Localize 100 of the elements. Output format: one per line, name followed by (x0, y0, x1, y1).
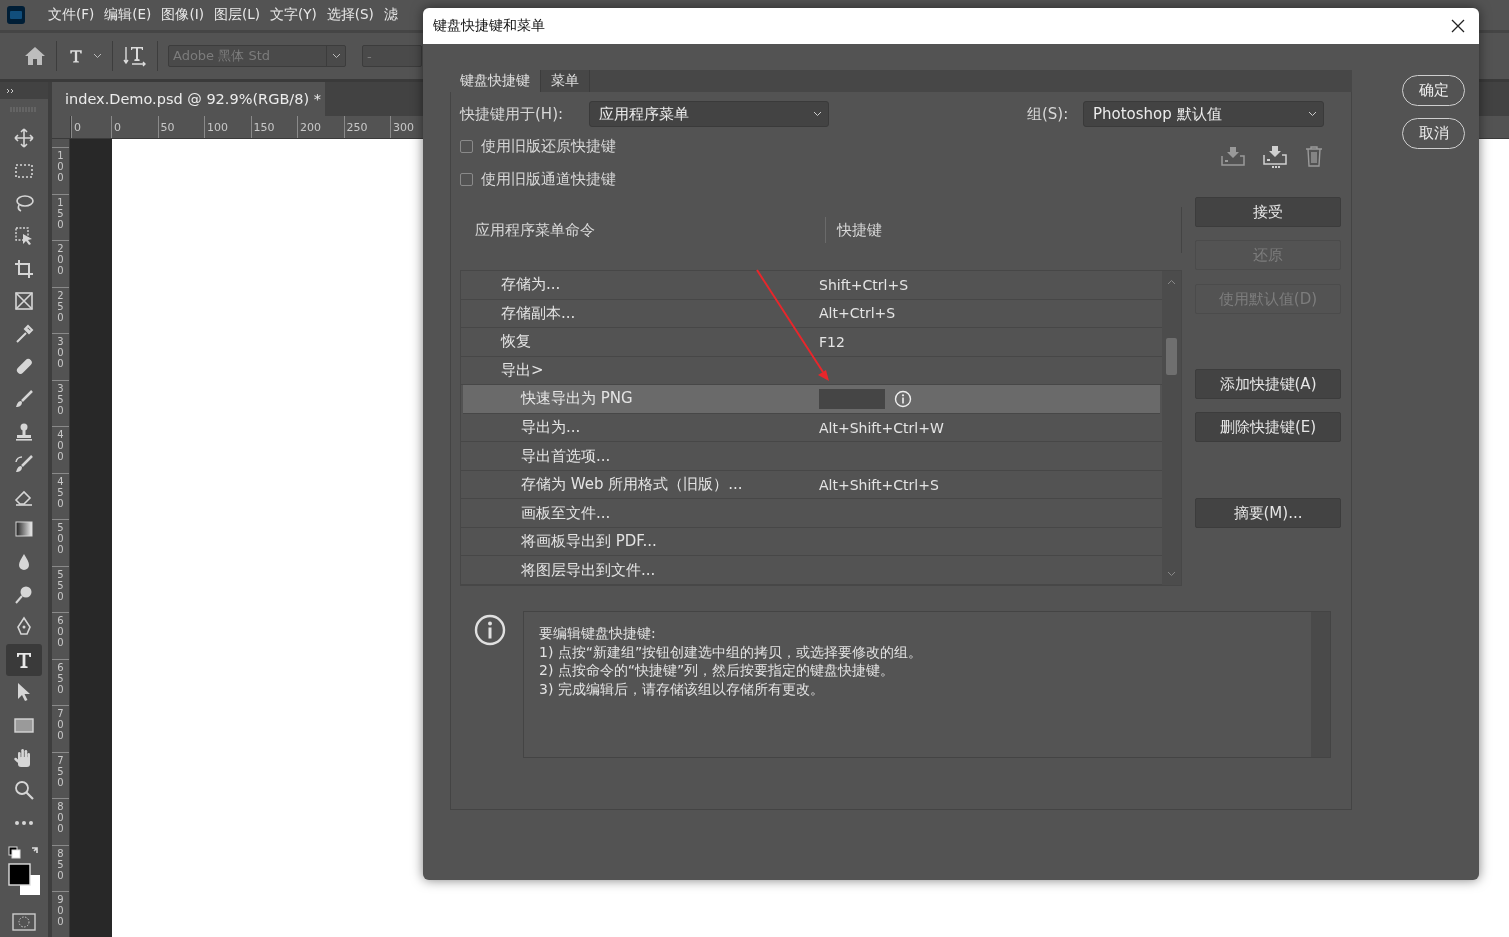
shortcut-cell: Alt+Shift+Ctrl+W (819, 419, 944, 436)
ruler-label: 450 (57, 475, 64, 511)
command-cell-text: 快速导出为 PNG (519, 389, 634, 409)
action-button[interactable]: 摘要(M)... (1195, 498, 1341, 528)
menu-item[interactable]: 文件(F) (43, 6, 100, 24)
command-cell-text: 存储为 Web 所用格式（旧版）... (520, 475, 744, 495)
scroll-down-icon[interactable] (1167, 571, 1176, 577)
ruler-label: 800 (57, 801, 64, 836)
table-row[interactable]: 将画板导出到 PDF... (461, 527, 1162, 557)
ruler-label: 150 (57, 196, 64, 232)
tab[interactable]: 键盘快捷键 (450, 70, 541, 92)
ruler-label: 500 (57, 522, 64, 557)
table-row[interactable]: 存储为... Shift+Ctrl+S (461, 271, 1162, 300)
table-row[interactable]: 存储为 Web 所用格式（旧版）... Alt+Shift+Ctrl+S (461, 470, 1162, 500)
ruler-label: 650 (57, 661, 64, 697)
shortcut-cell: Alt+Shift+Ctrl+S (819, 476, 939, 493)
command-cell-text: 恢复 (499, 332, 532, 352)
ruler-label: 350 (57, 382, 64, 418)
ruler-label: 100 (204, 116, 251, 138)
checkbox-label[interactable]: 使用旧版通道快捷键 (481, 169, 616, 189)
trash-icon[interactable] (1305, 145, 1323, 167)
checkbox-label[interactable]: 使用旧版还原快捷键 (481, 136, 616, 156)
crop-icon (13, 257, 35, 280)
shortcut-input-field[interactable] (819, 388, 885, 409)
command-cell-text: 导出为... (520, 418, 582, 437)
window-title: 键盘快捷键和菜单 (433, 17, 545, 35)
scroll-up-icon[interactable] (1167, 279, 1176, 285)
checkbox[interactable] (460, 172, 473, 186)
command-cell-text: 导出> (500, 360, 545, 380)
action-button[interactable]: 接受 (1195, 197, 1341, 227)
ruler-label: 150 (250, 116, 297, 138)
ruler-label: 250 (57, 289, 64, 325)
field-label: 组(S): (1027, 104, 1070, 124)
menu-item[interactable]: 选择(S) (321, 6, 379, 24)
more-icon (14, 819, 34, 826)
table-row[interactable]: 导出为... Alt+Shift+Ctrl+W (461, 413, 1162, 443)
menu-item[interactable]: 图像(I) (156, 6, 209, 24)
ruler-label: 200 (297, 116, 344, 138)
table-row[interactable]: 恢复 F12 (461, 328, 1162, 357)
frame-icon (13, 290, 35, 313)
text-orientation-icon[interactable] (123, 45, 147, 67)
info-text: 3) 完成编辑后，请存储该组以存储所有更改。 (539, 679, 825, 698)
shortcuts-for-dropdown[interactable]: 应用程序菜单 (589, 101, 829, 127)
quick-mask-icon[interactable] (12, 913, 36, 932)
ruler-label: 200 (57, 243, 64, 278)
info-text: 1) 点按“新建组”按钮创建选中组的拷贝，或选择要修改的组。 (539, 642, 924, 661)
scrollbar[interactable] (1162, 271, 1181, 585)
table-row[interactable]: 画板至文件... (461, 499, 1162, 528)
ruler-label: 600 (57, 615, 64, 650)
column-header: 快捷键 (835, 220, 882, 240)
zoom-icon (13, 779, 35, 802)
column-header: 应用程序菜单命令 (460, 217, 826, 243)
command-cell-text: 将画板导出到 PDF... (520, 532, 658, 552)
new-set-icon[interactable] (1263, 145, 1287, 169)
command-cell-text: 存储为... (500, 275, 562, 295)
command-cell-text: 将图层导出到文件... (520, 560, 657, 580)
menu-item[interactable]: 文字(Y) (264, 6, 322, 24)
ruler-label: 850 (57, 847, 64, 883)
document-tab[interactable]: index.Demo.psd @ 92.9%(RGB/8) * (52, 82, 325, 116)
caret-icon (1308, 111, 1317, 117)
info-icon (474, 614, 506, 646)
save-set-icon[interactable] (1221, 145, 1245, 167)
close-icon (1451, 19, 1465, 33)
caret-icon[interactable] (93, 53, 102, 59)
table-row[interactable]: 将图层导出到文件... (461, 556, 1162, 585)
menu-item[interactable]: 滤 (378, 6, 403, 24)
move-icon (13, 127, 35, 150)
set-dropdown[interactable]: Photoshop 默认值 (1083, 101, 1324, 127)
info-text: 要编辑键盘快捷键: (539, 624, 657, 643)
command-cell-text: 画板至文件... (520, 503, 612, 523)
table-row[interactable]: 导出首选项... (461, 442, 1162, 471)
ruler-label: 700 (57, 708, 64, 743)
action-button[interactable]: 删除快捷键(E) (1195, 412, 1341, 442)
ruler-label: 0 (111, 116, 158, 138)
ruler-label: 400 (57, 429, 64, 464)
field-label: 快捷键用于(H): (460, 104, 565, 124)
expand-chevrons-icon[interactable] (6, 87, 14, 94)
home-icon[interactable] (24, 46, 46, 66)
info-text: 2) 点按命令的“快捷键”列，然后按要指定的键盘快捷键。 (539, 661, 896, 680)
ruler-label: 900 (57, 894, 64, 929)
ruler-label: 750 (57, 754, 64, 790)
command-cell-text: 导出首选项... (520, 446, 612, 466)
shortcut-cell: Shift+Ctrl+S (819, 276, 909, 293)
scroll-thumb[interactable] (1166, 338, 1177, 375)
dialog-button[interactable]: 确定 (1402, 75, 1465, 106)
table-row[interactable]: 快速导出为 PNG (463, 385, 1160, 414)
menu-item[interactable]: 编辑(E) (99, 6, 157, 24)
info-icon[interactable] (894, 389, 912, 408)
ruler-label: 50 (157, 116, 204, 138)
checkbox[interactable] (460, 139, 473, 153)
tab[interactable]: 菜单 (541, 70, 590, 92)
dialog-button[interactable]: 取消 (1402, 118, 1465, 149)
tool-button[interactable] (6, 643, 42, 677)
action-button[interactable]: 添加快捷键(A) (1195, 369, 1341, 399)
table-row[interactable]: 存储副本... Alt+Ctrl+S (461, 299, 1162, 329)
lasso-icon (13, 192, 35, 215)
color-swatches-icon[interactable] (6, 861, 42, 898)
menu-item[interactable]: 图层(L) (208, 6, 265, 24)
ruler-label: 300 (57, 336, 64, 371)
ruler-label: 550 (57, 568, 64, 604)
